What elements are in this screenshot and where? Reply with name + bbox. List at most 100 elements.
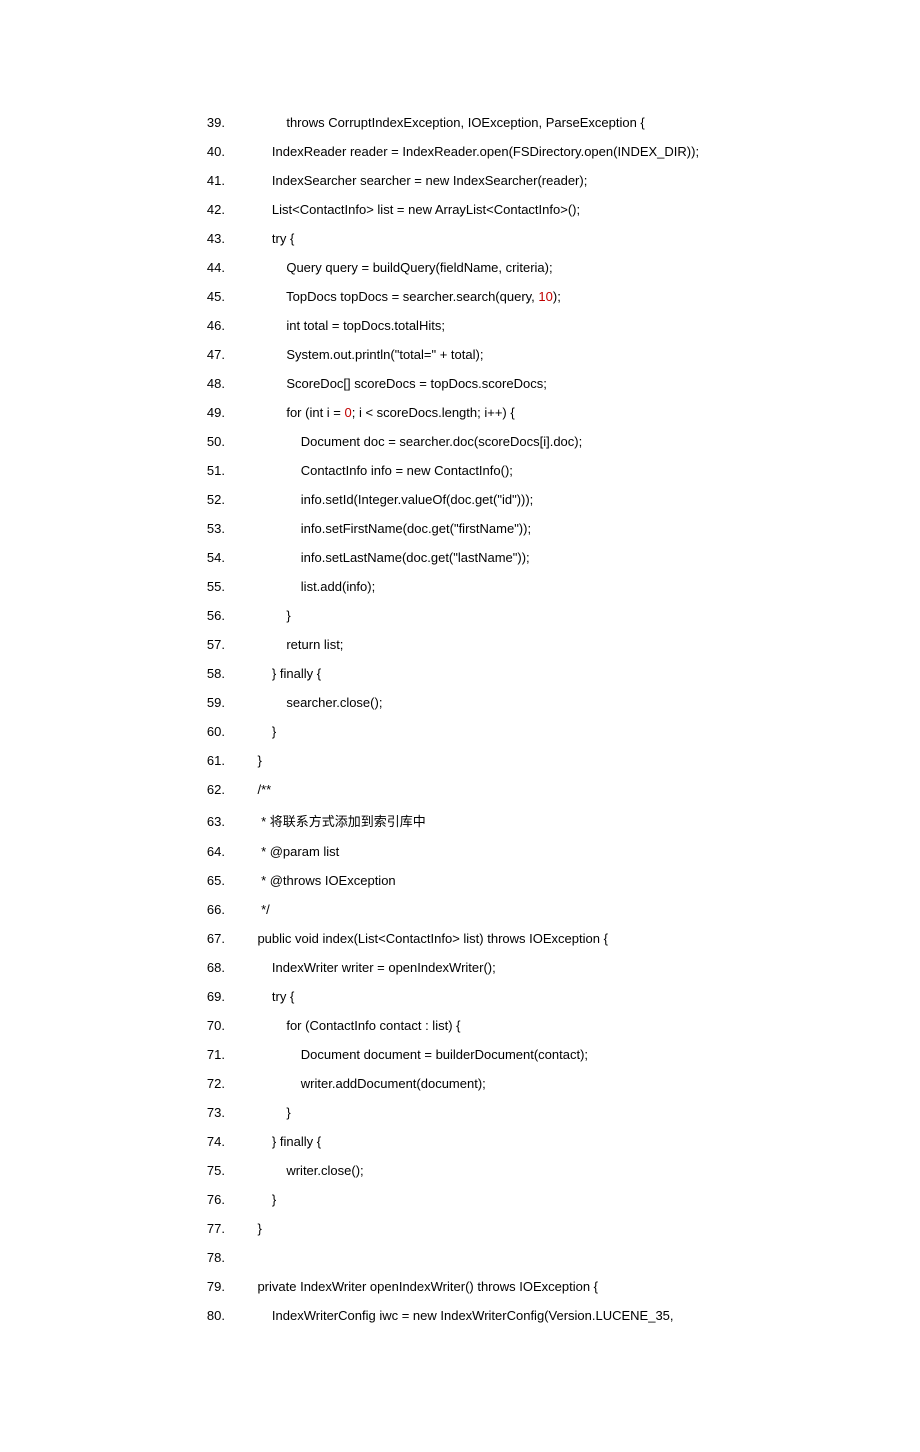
code-line: 78.: [185, 1250, 860, 1265]
code-text: try {: [225, 989, 302, 1004]
code-line: 43. try {: [185, 231, 860, 246]
code-line: 40. IndexReader reader = IndexReader.ope…: [185, 144, 860, 159]
code-line: 77. }: [185, 1221, 860, 1236]
code-text: return list;: [225, 637, 351, 652]
line-number: 47.: [185, 347, 225, 362]
code-line: 42. List<ContactInfo> list = new ArrayLi…: [185, 202, 860, 217]
code-text: IndexReader reader = IndexReader.open(FS…: [225, 144, 706, 159]
code-line: 52. info.setId(Integer.valueOf(doc.get("…: [185, 492, 860, 507]
code-text: }: [225, 1192, 283, 1207]
code-text: TopDocs topDocs = searcher.search(query,…: [225, 289, 568, 304]
code-text: [225, 1250, 250, 1265]
code-line: 55. list.add(info);: [185, 579, 860, 594]
code-line: 60. }: [185, 724, 860, 739]
code-line: 64. * @param list: [185, 844, 860, 859]
line-number: 78.: [185, 1250, 225, 1265]
line-number: 54.: [185, 550, 225, 565]
code-line: 54. info.setLastName(doc.get("lastName")…: [185, 550, 860, 565]
code-line: 56. }: [185, 608, 860, 623]
line-number: 69.: [185, 989, 225, 1004]
code-line: 39. throws CorruptIndexException, IOExce…: [185, 115, 860, 130]
code-line: 46. int total = topDocs.totalHits;: [185, 318, 860, 333]
code-line: 69. try {: [185, 989, 860, 1004]
code-line: 63. * 将联系方式添加到索引库中: [185, 811, 860, 830]
line-number: 73.: [185, 1105, 225, 1120]
code-text: for (ContactInfo contact : list) {: [225, 1018, 468, 1033]
line-number: 71.: [185, 1047, 225, 1062]
line-number: 79.: [185, 1279, 225, 1294]
code-text: * @throws IOException: [225, 873, 399, 888]
line-number: 48.: [185, 376, 225, 391]
code-text: ScoreDoc[] scoreDocs = topDocs.scoreDocs…: [225, 376, 554, 391]
code-line: 74. } finally {: [185, 1134, 860, 1149]
line-number: 56.: [185, 608, 225, 623]
code-line: 76. }: [185, 1192, 860, 1207]
line-number: 40.: [185, 144, 225, 159]
line-number: 80.: [185, 1308, 225, 1323]
code-text: info.setLastName(doc.get("lastName"));: [225, 550, 537, 565]
line-number: 75.: [185, 1163, 225, 1178]
code-text: }: [225, 1221, 269, 1236]
code-line: 59. searcher.close();: [185, 695, 860, 710]
code-text: searcher.close();: [225, 695, 390, 710]
code-text: Document document = builderDocument(cont…: [225, 1047, 595, 1062]
line-number: 59.: [185, 695, 225, 710]
code-text: } finally {: [225, 666, 328, 681]
code-line: 50. Document doc = searcher.doc(scoreDoc…: [185, 434, 860, 449]
line-number: 51.: [185, 463, 225, 478]
line-number: 41.: [185, 173, 225, 188]
code-text: */: [225, 902, 277, 917]
line-number: 44.: [185, 260, 225, 275]
code-line: 73. }: [185, 1105, 860, 1120]
code-text: List<ContactInfo> list = new ArrayList<C…: [225, 202, 587, 217]
code-text: info.setId(Integer.valueOf(doc.get("id")…: [225, 492, 541, 507]
code-text: * 将联系方式添加到索引库中: [225, 811, 429, 830]
code-line: 79. private IndexWriter openIndexWriter(…: [185, 1279, 860, 1294]
code-line: 41. IndexSearcher searcher = new IndexSe…: [185, 173, 860, 188]
line-number: 45.: [185, 289, 225, 304]
code-line: 57. return list;: [185, 637, 860, 652]
code-text: private IndexWriter openIndexWriter() th…: [225, 1279, 605, 1294]
code-line: 48. ScoreDoc[] scoreDocs = topDocs.score…: [185, 376, 860, 391]
line-number: 60.: [185, 724, 225, 739]
code-text: info.setFirstName(doc.get("firstName"));: [225, 521, 538, 536]
code-text: throws CorruptIndexException, IOExceptio…: [225, 115, 652, 130]
line-number: 39.: [185, 115, 225, 130]
line-number: 58.: [185, 666, 225, 681]
code-line: 45. TopDocs topDocs = searcher.search(qu…: [185, 289, 860, 304]
line-number: 52.: [185, 492, 225, 507]
line-number: 42.: [185, 202, 225, 217]
line-number: 66.: [185, 902, 225, 917]
code-line: 68. IndexWriter writer = openIndexWriter…: [185, 960, 860, 975]
code-text: Document doc = searcher.doc(scoreDocs[i]…: [225, 434, 589, 449]
line-number: 70.: [185, 1018, 225, 1033]
code-line: 80. IndexWriterConfig iwc = new IndexWri…: [185, 1308, 860, 1323]
code-text: * @param list: [225, 844, 343, 859]
line-number: 57.: [185, 637, 225, 652]
code-line: 51. ContactInfo info = new ContactInfo()…: [185, 463, 860, 478]
line-number: 65.: [185, 873, 225, 888]
code-text: for (int i = 0; i < scoreDocs.length; i+…: [225, 405, 522, 420]
line-number: 53.: [185, 521, 225, 536]
code-line: 44. Query query = buildQuery(fieldName, …: [185, 260, 860, 275]
line-number: 50.: [185, 434, 225, 449]
code-text: writer.close();: [225, 1163, 371, 1178]
code-line: 65. * @throws IOException: [185, 873, 860, 888]
code-line: 61. }: [185, 753, 860, 768]
line-number: 61.: [185, 753, 225, 768]
code-line: 67. public void index(List<ContactInfo> …: [185, 931, 860, 946]
code-line: 72. writer.addDocument(document);: [185, 1076, 860, 1091]
code-line: 47. System.out.println("total=" + total)…: [185, 347, 860, 362]
code-page: 39. throws CorruptIndexException, IOExce…: [0, 0, 920, 1452]
line-number: 63.: [185, 814, 225, 829]
code-line: 71. Document document = builderDocument(…: [185, 1047, 860, 1062]
line-number: 43.: [185, 231, 225, 246]
code-text: int total = topDocs.totalHits;: [225, 318, 452, 333]
code-text: writer.addDocument(document);: [225, 1076, 493, 1091]
code-text: IndexWriter writer = openIndexWriter();: [225, 960, 503, 975]
code-text: }: [225, 724, 283, 739]
line-number: 64.: [185, 844, 225, 859]
code-text: } finally {: [225, 1134, 328, 1149]
line-number: 68.: [185, 960, 225, 975]
code-text: /**: [225, 782, 275, 797]
